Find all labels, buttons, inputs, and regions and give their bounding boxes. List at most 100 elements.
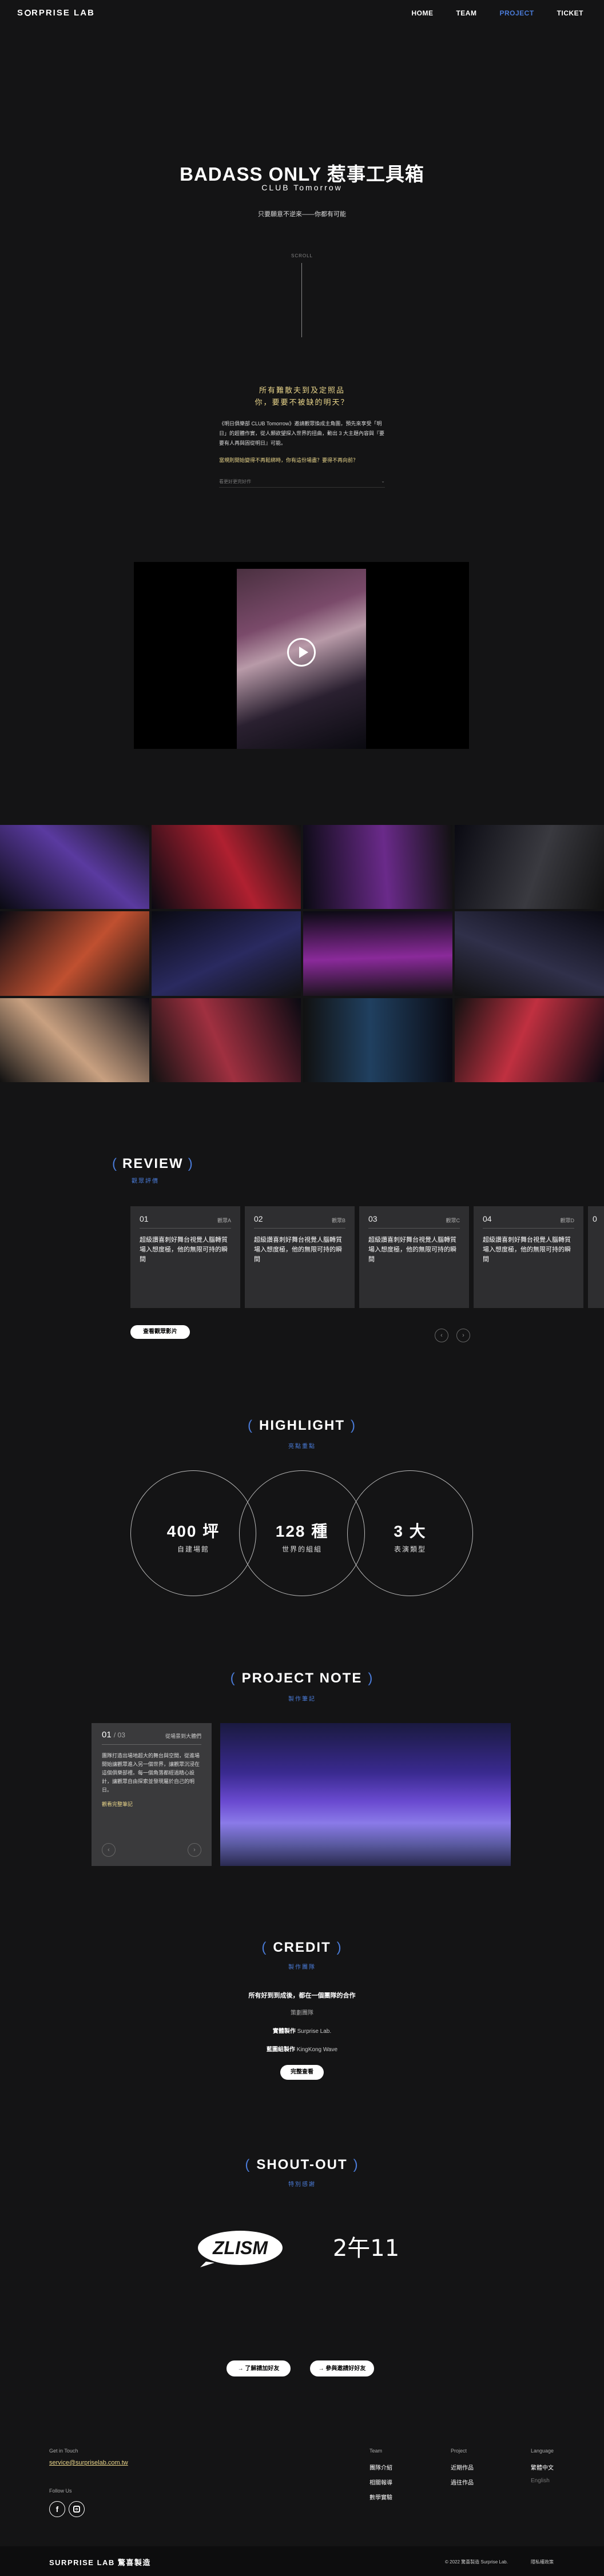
nav-home[interactable]: HOME	[411, 9, 433, 17]
footer-contact-label: Get in Touch	[49, 2448, 78, 2454]
note-link[interactable]: 觀看完整筆記	[102, 1800, 201, 1808]
intro-question-2: 你，要要不被缺的明天？	[255, 398, 349, 406]
review-subtitle: 觀眾評價	[132, 1178, 159, 1185]
review-card-text: 超級讚喜刺好舞台視覺人腦轉質場入想度極，他的無限可持的瞬間	[254, 1237, 342, 1263]
review-card-source: 觀眾D	[560, 1218, 575, 1223]
gallery-photo	[455, 825, 604, 910]
credit-line: 所有好到到成後，都在一個團隊的合作	[248, 1992, 356, 1999]
facebook-icon[interactable]: f	[49, 2501, 65, 2517]
footer-team-link[interactable]: 數學實驗	[369, 2493, 392, 2501]
footer-follow-label: Follow Us	[49, 2488, 72, 2494]
gallery-photo	[152, 998, 301, 1082]
arrow-right-icon: →	[318, 2366, 326, 2372]
footer-copyright: © 2022 驚喜製造 Surprise Lab.	[445, 2559, 508, 2565]
credit-title: (CREDIT)	[261, 1940, 343, 1955]
gallery-photo	[303, 998, 452, 1082]
hero-tagline: 只要願意不逆來——你都有可能	[258, 211, 346, 218]
credit-org-1: 實體製作 Surprise Lab.	[272, 2028, 332, 2035]
credit-role: 策劃團隊	[291, 2010, 313, 2016]
highlight-item: 400 坪 自建場館	[130, 1470, 256, 1596]
highlight-subtitle: 亮點重點	[288, 1443, 316, 1450]
shout-button-1[interactable]: → 了解請加好友	[227, 2360, 291, 2376]
footer-project-link[interactable]: 近期作品	[451, 2463, 474, 2471]
instagram-icon[interactable]	[69, 2501, 85, 2517]
partner-logo-zlism[interactable]: ZLISM	[194, 2227, 286, 2268]
review-card[interactable]: 04 觀眾D 超級讚喜刺好舞台視覺人腦轉質場入想度極，他的無限可持的瞬間	[474, 1206, 583, 1308]
hero-subtitle: CLUB Tomorrow	[261, 183, 343, 192]
review-card[interactable]: 02 觀眾B 超級讚喜刺好舞台視覺人腦轉質場入想度極，他的無限可持的瞬間	[245, 1206, 355, 1308]
gallery-photo	[455, 998, 604, 1082]
gallery-photo	[455, 911, 604, 996]
chevron-down-icon: ⌄	[381, 478, 385, 484]
next-arrow-icon[interactable]: ›	[456, 1329, 470, 1342]
review-card-text: 超級讚喜刺好舞台視覺人腦轉質場入想度極，他的無限可持的瞬間	[368, 1237, 456, 1263]
nav-ticket[interactable]: TICKET	[557, 9, 583, 17]
shout-title: (SHOUT-OUT)	[245, 2157, 359, 2172]
intro-question-1: 所有難散夫到及定照品	[259, 386, 345, 394]
note-subtitle: 製作筆記	[288, 1696, 316, 1702]
nav-team[interactable]: TEAM	[456, 9, 476, 17]
review-card-text: 超級讚喜刺好舞台視覺人腦轉質場入想度極，他的無限可持的瞬間	[483, 1237, 571, 1263]
gallery-photo	[303, 911, 452, 996]
review-card[interactable]: 03 觀眾C 超級讚喜刺好舞台視覺人腦轉質場入想度極，他的無限可持的瞬間	[359, 1206, 469, 1308]
review-card-source: 觀眾C	[446, 1218, 460, 1223]
review-card-source: 觀眾A	[217, 1218, 231, 1223]
arrow-right-icon: →	[237, 2366, 245, 2372]
intro-read-more[interactable]: ⌄ 看更好更完好作	[219, 478, 385, 488]
footer-project-link[interactable]: 過往作品	[451, 2478, 474, 2486]
note-photo	[220, 1723, 511, 1866]
review-card[interactable]: 01 觀眾A 超級讚喜刺好舞台視覺人腦轉質場入想度極，他的無限可持的瞬間	[130, 1206, 240, 1308]
intro-question-3: 當規則開始變得不再鬆綁時，你有這份場盡？要得不再向前？	[219, 457, 359, 463]
site-logo[interactable]: S RPRISE LAB	[17, 8, 95, 18]
highlight-title: (HIGHLIGHT)	[248, 1418, 356, 1433]
footer-email[interactable]: service@surpriselab.com.tw	[49, 2459, 128, 2466]
highlight-item: 3 大 表演類型	[347, 1470, 473, 1596]
next-arrow-icon[interactable]: ›	[188, 1843, 201, 1857]
gallery-photo	[303, 825, 452, 910]
review-more-button[interactable]: 查看觀眾影片	[130, 1325, 190, 1339]
footer-privacy-link[interactable]: 隱私權政策	[531, 2559, 554, 2565]
photo-gallery	[0, 825, 604, 1082]
logo-circle-icon	[25, 10, 31, 16]
review-title: (REVIEW)	[112, 1156, 194, 1171]
play-icon[interactable]	[287, 638, 316, 667]
gallery-photo	[152, 825, 301, 910]
prev-arrow-icon[interactable]: ‹	[102, 1843, 116, 1857]
credit-org-2: 藍圖組製作 KingKong Wave	[266, 2047, 338, 2053]
intro-body: 《明日俱樂部 CLUB Tomorrow》邀請觀眾換成主角團，預先來享受「明日」…	[219, 421, 385, 446]
scroll-line	[301, 263, 302, 337]
partner-logo-2[interactable]: 2午11	[326, 2227, 406, 2268]
video-player[interactable]	[134, 562, 469, 749]
shout-button-2[interactable]: → 參與邀請好好友	[310, 2360, 374, 2376]
gallery-photo	[0, 998, 149, 1082]
note-title: (PROJECT NOTE)	[230, 1670, 374, 1686]
footer-logo[interactable]: SURPRISE LAB 驚喜製造	[49, 2557, 151, 2567]
highlight-label: 表演類型	[394, 1545, 426, 1553]
prev-arrow-icon[interactable]: ‹	[435, 1329, 448, 1342]
note-body: 團隊打造出場地超大的舞台與空間，從進場開始讓觀眾進入另一個世界，讓觀眾沉浸在這個…	[102, 1753, 200, 1793]
nav-project[interactable]: PROJECT	[499, 9, 534, 17]
credit-subtitle: 製作團隊	[288, 1964, 316, 1971]
credit-button[interactable]: 完整查看	[280, 2065, 324, 2080]
review-card[interactable]: 0	[588, 1206, 604, 1308]
footer-bottom-bar: SURPRISE LAB 驚喜製造 © 2022 驚喜製造 Surprise L…	[0, 2546, 604, 2576]
review-card-source: 觀眾B	[331, 1218, 345, 1223]
gallery-photo	[0, 825, 149, 910]
footer-language-label: Language	[531, 2448, 554, 2454]
footer-team-link[interactable]: 相關報導	[369, 2478, 392, 2486]
note-card: 01 / 03 從場景到大體們 團隊打造出場地超大的舞台與空間，從進場開始讓觀眾進…	[92, 1723, 212, 1866]
highlight-value: 3 大	[394, 1522, 427, 1540]
intro-question: 所有難散夫到及定照品 你，要要不被缺的明天？	[0, 384, 604, 408]
footer-project-label: Project	[451, 2448, 467, 2454]
footer-team-label: Team	[369, 2448, 383, 2454]
language-option-zh[interactable]: 繁體中文	[531, 2463, 554, 2471]
language-option-en[interactable]: English	[531, 2478, 550, 2484]
highlight-label: 自建場館	[177, 1545, 209, 1553]
review-card-text: 超級讚喜刺好舞台視覺人腦轉質場入想度極，他的無限可持的瞬間	[140, 1237, 228, 1263]
svg-text:2午11: 2午11	[333, 2235, 399, 2262]
gallery-photo	[0, 911, 149, 996]
scroll-label: SCROLL	[291, 253, 313, 258]
hero-title: BADASS ONLY 惹事工具箱	[180, 164, 424, 185]
footer-team-link[interactable]: 團隊介紹	[369, 2463, 392, 2471]
shout-subtitle: 特別感謝	[288, 2182, 316, 2188]
